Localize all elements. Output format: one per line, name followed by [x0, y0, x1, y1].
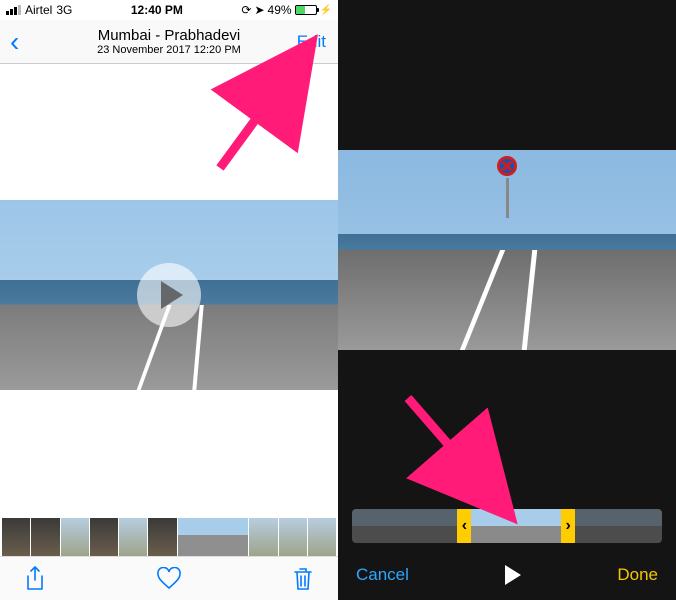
thumb-item[interactable]	[119, 518, 147, 556]
delete-button[interactable]	[292, 566, 314, 592]
thumb-item[interactable]	[308, 518, 336, 556]
editor-thumbnail	[338, 150, 676, 350]
status-bar: Airtel 3G 12:40 PM ⟳ ➤ 49% ⚡	[0, 0, 338, 20]
heart-icon	[156, 567, 182, 591]
battery-icon	[295, 5, 317, 15]
location-icon: ➤	[254, 3, 264, 17]
annotation-arrow-edit	[210, 48, 320, 183]
rotation-lock-icon: ⟳	[241, 3, 251, 17]
trim-track[interactable]: ‹ ›	[352, 509, 662, 543]
network-label: 3G	[56, 3, 72, 17]
thumb-item[interactable]	[279, 518, 307, 556]
favorite-button[interactable]	[156, 567, 182, 591]
page-subtitle: 23 November 2017 12:20 PM	[0, 44, 338, 56]
carrier-label: Airtel	[25, 3, 52, 17]
trimmer[interactable]: ‹ ›	[352, 506, 662, 546]
edit-button[interactable]: Edit	[297, 32, 326, 52]
back-button[interactable]: ‹	[10, 28, 19, 56]
thumb-item[interactable]	[2, 518, 30, 556]
trim-handle-start[interactable]: ‹	[457, 509, 471, 543]
photos-detail-screen: Airtel 3G 12:40 PM ⟳ ➤ 49% ⚡ ‹ Mumbai - …	[0, 0, 338, 600]
charging-icon: ⚡	[320, 5, 332, 16]
editor-toolbar: Cancel Done	[338, 550, 676, 600]
thumb-item[interactable]	[61, 518, 89, 556]
status-left: Airtel 3G	[6, 3, 72, 17]
battery-percent: 49%	[268, 3, 292, 17]
cancel-button[interactable]: Cancel	[356, 565, 409, 585]
trim-handle-end[interactable]: ›	[561, 509, 575, 543]
trim-selection[interactable]: ‹ ›	[457, 509, 575, 543]
nav-bar: ‹ Mumbai - Prabhadevi 23 November 2017 1…	[0, 20, 338, 64]
video-preview[interactable]	[0, 200, 338, 390]
thumb-item-current[interactable]	[178, 518, 249, 556]
share-button[interactable]	[24, 566, 46, 592]
thumb-item[interactable]	[31, 518, 59, 556]
title-stack: Mumbai - Prabhadevi 23 November 2017 12:…	[0, 27, 338, 56]
thumb-item[interactable]	[148, 518, 176, 556]
share-icon	[24, 566, 46, 592]
signal-bars-icon	[6, 5, 21, 15]
clock-label: 12:40 PM	[131, 3, 183, 17]
road-sign	[497, 158, 517, 218]
trash-icon	[292, 566, 314, 592]
editor-play-button[interactable]	[505, 565, 521, 585]
video-editor-screen: ‹ › Cancel Done	[338, 0, 676, 600]
status-right: ⟳ ➤ 49% ⚡	[241, 3, 332, 17]
page-title: Mumbai - Prabhadevi	[0, 27, 338, 44]
bottom-toolbar	[0, 556, 338, 600]
editor-preview[interactable]	[338, 150, 676, 350]
play-button[interactable]	[137, 263, 201, 327]
thumb-item[interactable]	[90, 518, 118, 556]
thumb-item[interactable]	[249, 518, 277, 556]
done-button[interactable]: Done	[617, 565, 658, 585]
play-icon	[161, 281, 183, 309]
thumbnail-scrubber[interactable]	[0, 518, 338, 556]
